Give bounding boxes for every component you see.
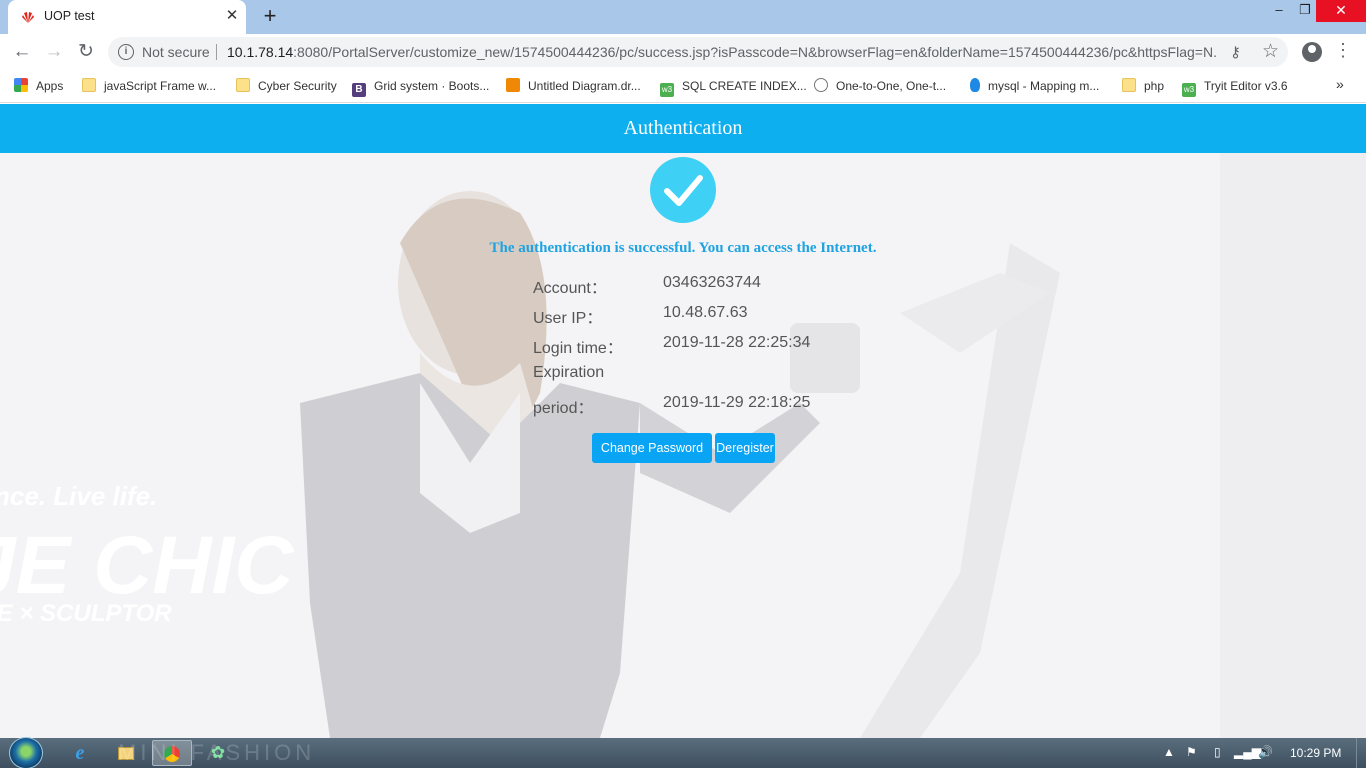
bookmark-javascript-frame[interactable]: javaScript Frame w...: [82, 77, 216, 95]
tray-expand-icon[interactable]: ▲: [1163, 745, 1175, 759]
user-ip-label: User IP：: [533, 310, 603, 327]
browser-title-bar: UOP test ✕ + – ❐ ✕: [0, 0, 1366, 34]
bookmark-label: Tryit Editor v3.6: [1204, 79, 1288, 93]
expiration-label: Expiration: [533, 364, 605, 381]
show-desktop-button[interactable]: [1356, 738, 1366, 768]
bookmark-untitled-diagram[interactable]: Untitled Diagram.dr...: [506, 77, 641, 95]
login-time-value: 2019-11-28 22:25:34: [663, 334, 811, 351]
bookmark-grid-system[interactable]: B Grid system · Boots...: [352, 77, 490, 97]
success-check-icon: [650, 157, 716, 223]
bookmark-label: php: [1144, 79, 1165, 93]
url-path: :8080/PortalServer/customize_new/1574500…: [293, 44, 1217, 60]
drawio-icon: [506, 78, 520, 92]
bookmark-one-to-one[interactable]: One-to-One, One-t...: [814, 77, 946, 95]
change-password-button[interactable]: Change Password: [592, 433, 712, 463]
bookmark-label: mysql - Mapping m...: [988, 79, 1100, 93]
volume-icon[interactable]: 🔊: [1258, 745, 1273, 759]
bookmark-mysql-mapping[interactable]: mysql - Mapping m...: [968, 77, 1099, 95]
start-button[interactable]: [9, 737, 43, 768]
bookmark-label: SQL CREATE INDEX...: [682, 79, 807, 93]
huawei-logo-icon: [22, 12, 34, 23]
login-time-label: Login time：: [533, 340, 623, 357]
url-text[interactable]: 10.1.78.14:8080/PortalServer/customize_n…: [227, 44, 1217, 60]
deregister-button[interactable]: Deregister: [715, 433, 775, 463]
internet-explorer-icon[interactable]: e: [60, 740, 100, 766]
page-header: Authentication: [0, 104, 1366, 153]
background-fashion-text: MINI FASHION: [118, 740, 316, 765]
reload-button[interactable]: ↻: [74, 40, 98, 64]
folder-icon: [82, 78, 96, 92]
background-tagline: nce. Live life.: [0, 481, 157, 511]
info-icon[interactable]: i: [118, 44, 134, 60]
w3schools-icon: w3: [660, 83, 674, 97]
bookmark-cyber-security[interactable]: Cyber Security: [236, 77, 337, 95]
action-center-flag-icon[interactable]: ⚑: [1186, 745, 1197, 759]
new-tab-button[interactable]: +: [259, 5, 281, 28]
taskbar-clock[interactable]: 10:29 PM: [1290, 746, 1341, 760]
bookmark-tryit-editor[interactable]: w3 Tryit Editor v3.6: [1182, 77, 1288, 97]
url-host: 10.1.78.14: [227, 44, 294, 60]
bookmark-sql-create-index[interactable]: w3 SQL CREATE INDEX...: [660, 77, 807, 97]
bookmark-php[interactable]: php: [1122, 77, 1164, 95]
bookmark-label: Cyber Security: [258, 79, 337, 93]
bookmark-label: One-to-One, One-t...: [836, 79, 947, 93]
bookmark-label: Apps: [36, 79, 64, 93]
background-brand: JE CHIC: [0, 520, 295, 611]
windows-taskbar: e ✿ MINI FASHION ▲ ⚑ ▯ ▂▄▆ 🔊 10:29 PM: [0, 737, 1366, 768]
tab-close-icon[interactable]: ✕: [224, 8, 240, 24]
mysql-icon: [970, 78, 980, 92]
bookmark-label: javaScript Frame w...: [104, 79, 217, 93]
apps-grid-icon: [14, 78, 28, 92]
w3schools-icon: w3: [1182, 83, 1196, 97]
bookmark-label: Grid system · Boots...: [374, 79, 490, 93]
address-bar[interactable]: i Not secure 10.1.78.14:8080/PortalServe…: [108, 37, 1288, 67]
profile-icon[interactable]: [1302, 42, 1322, 62]
folder-icon: [1122, 78, 1136, 92]
user-ip-value: 10.48.67.63: [663, 304, 748, 321]
battery-icon[interactable]: ▯: [1214, 745, 1221, 759]
portal-page: Authentication nce. Live life. JE CHIC I…: [0, 104, 1366, 738]
back-button[interactable]: ←: [10, 40, 34, 64]
expiration-value: 2019-11-29 22:18:25: [663, 394, 811, 411]
close-window-button[interactable]: ✕: [1316, 0, 1366, 22]
browser-toolbar: ← → ↻ i Not secure 10.1.78.14:8080/Porta…: [0, 34, 1366, 70]
account-label: Account：: [533, 280, 607, 297]
bookmarks-bar: Apps javaScript Frame w... Cyber Securit…: [0, 70, 1366, 103]
bootstrap-icon: B: [352, 83, 366, 97]
bookmarks-overflow-button[interactable]: »: [1336, 76, 1344, 92]
success-message: The authentication is successful. You ca…: [489, 240, 877, 256]
key-icon[interactable]: ⚷: [1230, 43, 1241, 61]
page-title: Authentication: [623, 117, 743, 139]
account-value: 03463263744: [663, 274, 761, 291]
bookmark-label: Untitled Diagram.dr...: [528, 79, 641, 93]
star-icon[interactable]: ☆: [1262, 40, 1279, 63]
folder-icon: [236, 78, 250, 92]
security-label[interactable]: Not secure: [142, 44, 210, 60]
forward-button[interactable]: →: [42, 40, 66, 64]
address-divider: [216, 44, 217, 60]
background-subbrand: IE × SCULPTOR: [0, 600, 172, 627]
site-icon: [814, 78, 828, 92]
browser-tab[interactable]: UOP test ✕: [8, 0, 246, 34]
expiration-label-cont: period：: [533, 400, 594, 417]
bookmark-apps[interactable]: Apps: [14, 77, 63, 95]
menu-icon[interactable]: ⋮: [1334, 40, 1352, 61]
tab-title: UOP test: [44, 9, 95, 23]
network-signal-icon[interactable]: ▂▄▆: [1234, 745, 1261, 759]
